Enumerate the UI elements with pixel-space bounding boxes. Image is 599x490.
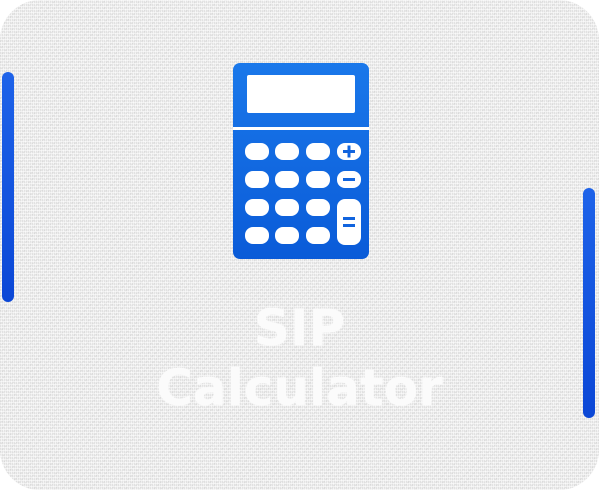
calculator-icon	[233, 63, 369, 259]
card-title: SIP Calculator	[0, 298, 599, 418]
left-accent-bar	[2, 72, 14, 302]
sip-calculator-card[interactable]: SIP Calculator	[0, 0, 599, 490]
card-title-line-1: SIP	[253, 299, 346, 357]
card-title-line-2: Calculator	[156, 359, 443, 417]
